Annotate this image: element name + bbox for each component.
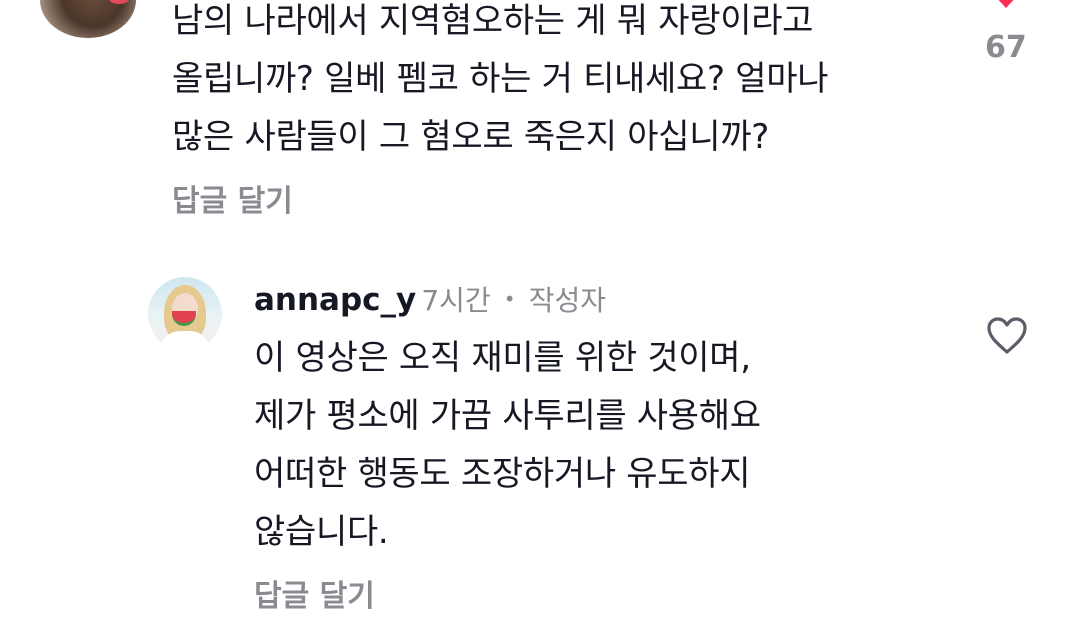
comment-line: 이 영상은 오직 재미를 위한 것이며, [254, 338, 751, 378]
author-badge: 작성자 [528, 284, 606, 317]
reply-button[interactable]: 답글 달기 [172, 176, 293, 220]
comment-time: 7시간 [421, 284, 491, 317]
comment-line: 않습니다. [254, 512, 389, 552]
comment-line: 올립니까? 일베 펨코 하는 거 티내세요? 얼마나 [172, 59, 829, 99]
comment-line: 제가 평소에 가끔 사투리를 사용해요 [254, 396, 761, 436]
comment-line: 남의 나라에서 지역혐오하는 게 뭐 자랑이라고 [172, 1, 814, 41]
comment-line: 어떠한 행동도 조장하거나 유도하지 [254, 454, 751, 494]
comment-meta: annapc_y 7시간 • 작성자 [254, 279, 606, 319]
heart-filled-icon[interactable] [983, 0, 1029, 14]
heart-outline-icon[interactable] [985, 316, 1029, 356]
comment-line: 많은 사람들이 그 혐오로 죽은지 아십니까? [172, 117, 769, 157]
avatar-shirt [160, 331, 210, 351]
author-avatar[interactable] [148, 277, 222, 351]
commenter-avatar[interactable] [40, 0, 136, 38]
username-link[interactable]: annapc_y [254, 282, 416, 318]
comment-text: 남의 나라에서 지역혐오하는 게 뭐 자랑이라고 올립니까? 일베 펨코 하는 … [172, 0, 828, 166]
reply-button[interactable]: 답글 달기 [254, 571, 375, 615]
like-count: 67 [985, 30, 1027, 65]
avatar-decoration [108, 0, 130, 4]
comment-text: 이 영상은 오직 재미를 위한 것이며, 제가 평소에 가끔 사투리를 사용해요… [254, 329, 761, 561]
meta-separator: • [503, 287, 516, 311]
